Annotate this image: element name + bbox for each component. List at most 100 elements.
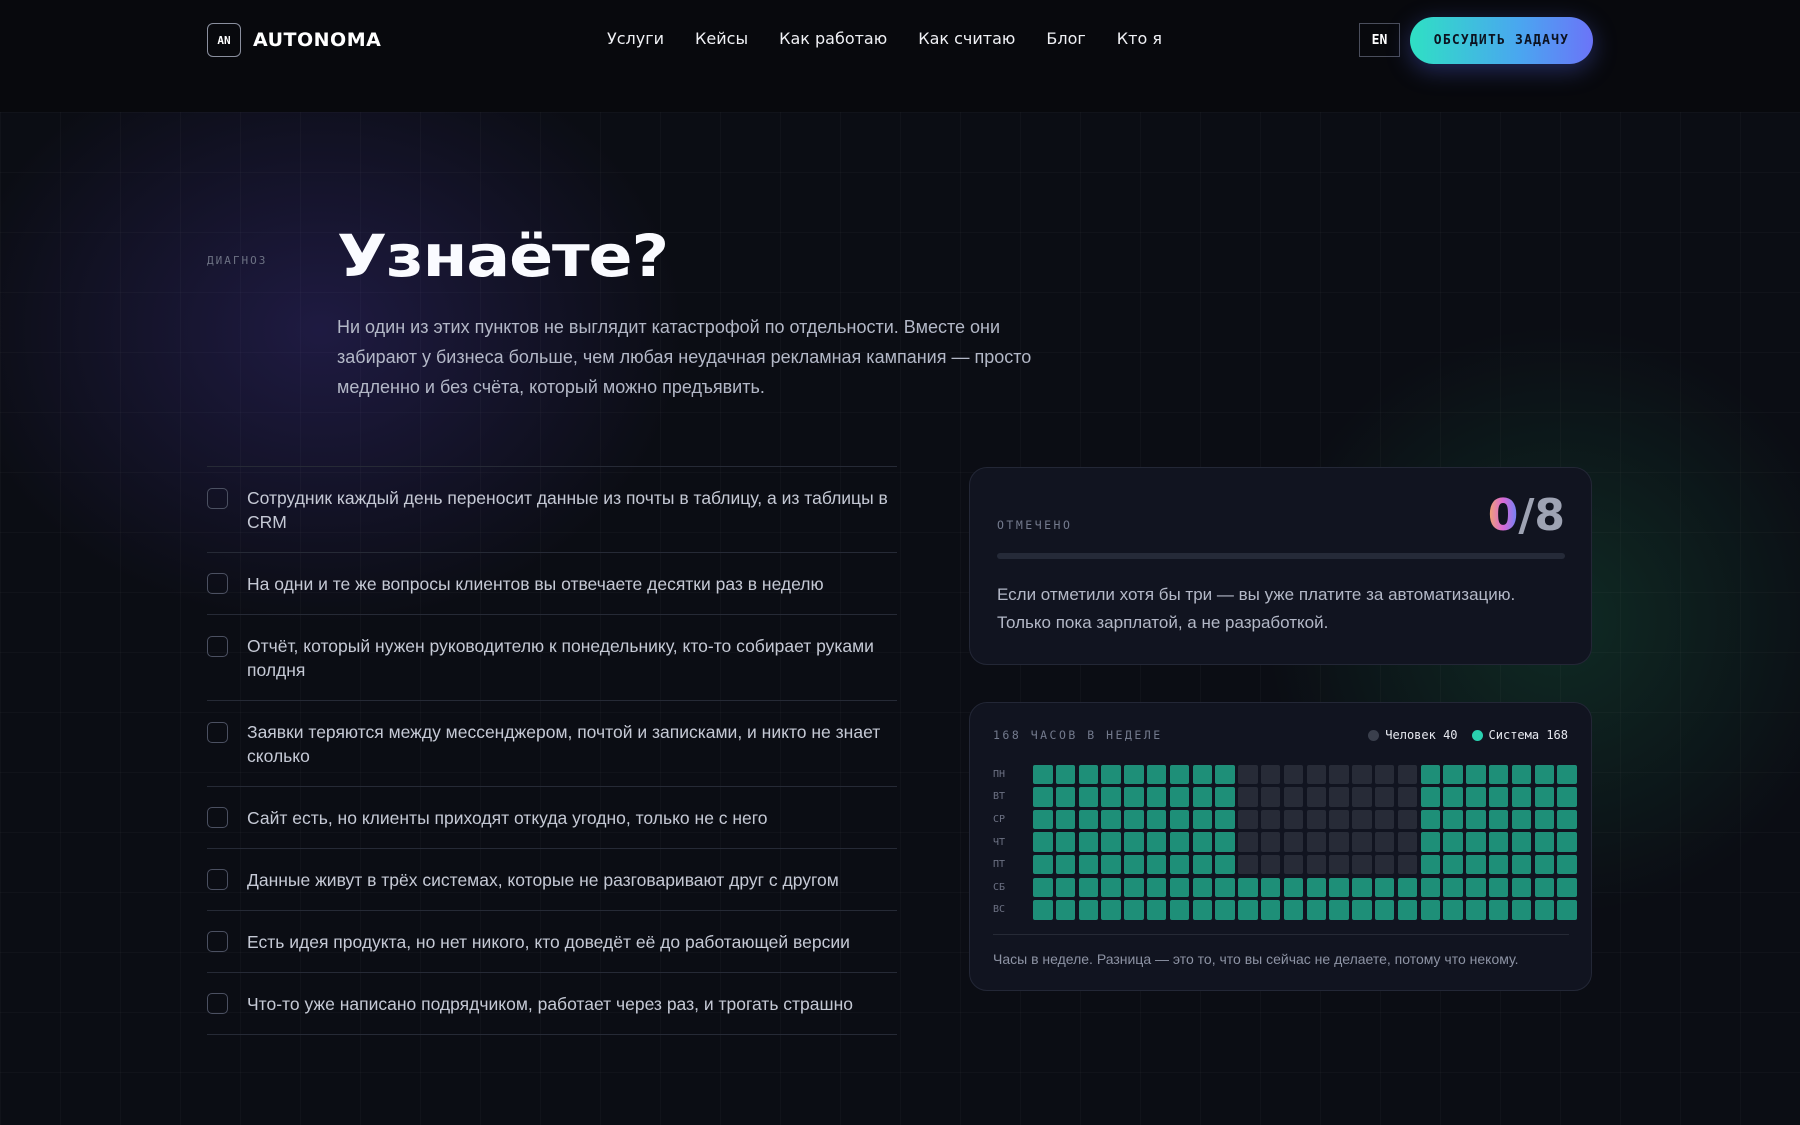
heatmap-cell-human xyxy=(1306,809,1327,830)
heatmap-cell-system xyxy=(1488,787,1509,807)
checklist-item[interactable]: Сайт есть, но клиенты приходят откуда уг… xyxy=(207,787,897,849)
heatmap-cell-system xyxy=(1078,832,1099,852)
heatmap-cell-system xyxy=(1078,900,1099,920)
heatmap-cell-system xyxy=(1215,787,1235,807)
heatmap-cell-system xyxy=(1466,809,1486,830)
heatmap-cell-human xyxy=(1374,854,1395,875)
heatmap-cell-human xyxy=(1306,832,1327,852)
heatmap-cell-system xyxy=(1466,764,1486,785)
heatmap-cell-system xyxy=(1033,809,1053,830)
checkbox[interactable] xyxy=(207,636,228,657)
heatmap-cell-system xyxy=(1466,877,1486,898)
heatmap-cell-human xyxy=(1329,764,1349,785)
checkbox[interactable] xyxy=(207,488,228,509)
checklist-item[interactable]: На одни и те же вопросы клиентов вы отве… xyxy=(207,553,897,615)
language-switch-button[interactable]: EN xyxy=(1359,23,1400,57)
heatmap-cell-system xyxy=(1283,900,1304,920)
heatmap-cell-human xyxy=(1238,854,1258,875)
checklist-item[interactable]: Есть идея продукта, но нет никого, кто д… xyxy=(207,911,897,973)
heatmap-cell-system xyxy=(1534,832,1555,852)
heatmap-cell-system xyxy=(1329,877,1349,898)
heatmap-cell-system xyxy=(1420,809,1441,830)
checklist-item-text: Отчёт, который нужен руководителю к поне… xyxy=(247,636,874,680)
heatmap-cell-system xyxy=(1557,900,1577,920)
logo-text: AUTONOMA xyxy=(253,29,382,51)
heatmap-cell-system xyxy=(1101,900,1121,920)
heatmap-cell-system xyxy=(1169,809,1190,830)
heatmap-cell-human xyxy=(1374,787,1395,807)
heatmap-cell-human xyxy=(1260,854,1281,875)
heatmap-cell-system xyxy=(1352,877,1372,898)
score-label: ОТМЕЧЕНО xyxy=(997,518,1073,532)
heatmap-cell-system xyxy=(1488,809,1509,830)
checkbox[interactable] xyxy=(207,869,228,890)
heatmap-cell-human xyxy=(1238,764,1258,785)
heatmap-cell-system xyxy=(1443,809,1463,830)
checkbox[interactable] xyxy=(207,573,228,594)
heatmap-row: СР xyxy=(993,808,1577,831)
checkbox[interactable] xyxy=(207,931,228,952)
nav-pricing[interactable]: Как считаю xyxy=(918,29,1015,48)
logo[interactable]: AN AUTONOMA xyxy=(207,23,381,57)
checklist-item-text: Данные живут в трёх системах, которые не… xyxy=(247,869,839,890)
heatmap-cell-system xyxy=(1511,877,1532,898)
heatmap-cell-human xyxy=(1374,832,1395,852)
heatmap-cell-human xyxy=(1306,787,1327,807)
heatmap-cell-system xyxy=(1488,877,1509,898)
heatmap-cell-system xyxy=(1101,832,1121,852)
heatmap-cell-system xyxy=(1055,809,1076,830)
heatmap-cell-human xyxy=(1329,854,1349,875)
checklist-item[interactable]: Отчёт, который нужен руководителю к поне… xyxy=(207,615,897,701)
heatmap-cell-system xyxy=(1511,787,1532,807)
heatmap-cell-system xyxy=(1397,900,1418,920)
heatmap-cell-system xyxy=(1215,764,1235,785)
heatmap-cell-system xyxy=(1420,900,1441,920)
heatmap-cell-system xyxy=(1557,854,1577,875)
checkbox[interactable] xyxy=(207,993,228,1014)
heatmap-cell-system xyxy=(1192,809,1213,830)
total-count: /8 xyxy=(1518,490,1565,541)
heatmap-cell-system xyxy=(1146,787,1167,807)
heatmap-cell-system xyxy=(1169,832,1190,852)
checkbox[interactable] xyxy=(207,807,228,828)
heatmap-cell-human xyxy=(1260,764,1281,785)
heatmap-cell-system xyxy=(1488,854,1509,875)
checkbox[interactable] xyxy=(207,722,228,743)
nav-cases[interactable]: Кейсы xyxy=(695,29,748,48)
discuss-task-button[interactable]: ОБСУДИТЬ ЗАДАЧУ xyxy=(1410,17,1593,64)
heatmap-cell-system xyxy=(1420,877,1441,898)
checklist-item-text: На одни и те же вопросы клиентов вы отве… xyxy=(247,573,824,594)
checklist-item-text: Что-то уже написано подрядчиком, работае… xyxy=(247,993,853,1014)
nav-about[interactable]: Кто я xyxy=(1117,29,1162,48)
legend-system-label: Система 168 xyxy=(1488,728,1568,742)
heatmap-cell-system xyxy=(1124,854,1144,875)
heatmap-row: ПН xyxy=(993,763,1577,786)
heatmap-cell-system xyxy=(1101,764,1121,785)
checklist-item[interactable]: Сотрудник каждый день переносит данные и… xyxy=(207,467,897,553)
heatmap-cell-system xyxy=(1055,764,1076,785)
nav-how-i-work[interactable]: Как работаю xyxy=(779,29,887,48)
heatmap-cell-system xyxy=(1033,832,1053,852)
heatmap-cell-system xyxy=(1192,877,1213,898)
heatmap-cell-human xyxy=(1283,854,1304,875)
heatmap-cell-human xyxy=(1329,832,1349,852)
heatmap-cell-system xyxy=(1124,787,1144,807)
heatmap-cell-system xyxy=(1443,832,1463,852)
nav-services[interactable]: Услуги xyxy=(607,29,664,48)
nav-blog[interactable]: Блог xyxy=(1046,29,1085,48)
heatmap-cell-system xyxy=(1534,900,1555,920)
heatmap-cell-system xyxy=(1124,809,1144,830)
checklist-item[interactable]: Заявки теряются между мессенджером, почт… xyxy=(207,701,897,787)
heatmap-cell-system xyxy=(1055,832,1076,852)
hours-card: 168 ЧАСОВ В НЕДЕЛЕ Человек 40 Система 16… xyxy=(969,702,1592,991)
heatmap-cell-system xyxy=(1146,877,1167,898)
heatmap-cell-human xyxy=(1283,809,1304,830)
heatmap-cell-system xyxy=(1192,854,1213,875)
checklist-item-text: Заявки теряются между мессенджером, почт… xyxy=(247,722,881,766)
checklist-item[interactable]: Данные живут в трёх системах, которые не… xyxy=(207,849,897,911)
heatmap-cell-system xyxy=(1443,787,1463,807)
checklist-item[interactable]: Что-то уже написано подрядчиком, работае… xyxy=(207,973,897,1035)
heatmap-cell-system xyxy=(1055,854,1076,875)
heatmap-cell-system xyxy=(1192,787,1213,807)
heatmap-cell-system xyxy=(1238,877,1258,898)
